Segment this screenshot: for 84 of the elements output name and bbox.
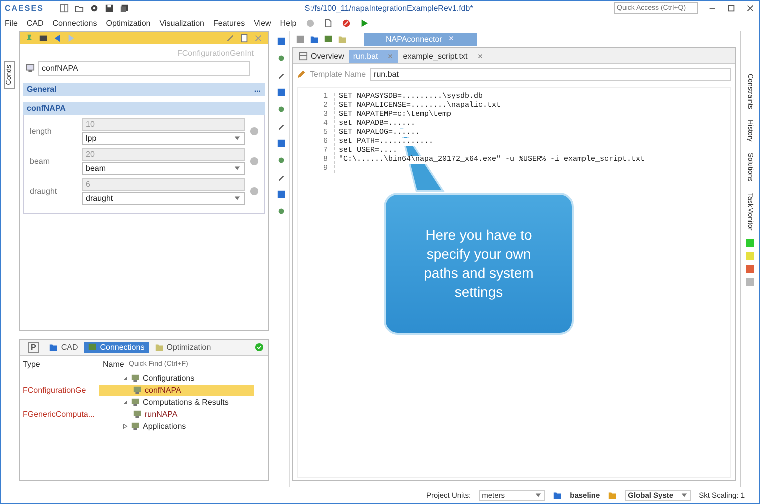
document-icon[interactable]	[324, 18, 333, 28]
tree-item[interactable]: Applications	[143, 422, 186, 430]
type-cell: FGenericComputa...	[23, 410, 96, 418]
monitor-icon	[133, 410, 142, 418]
column-header: Type	[22, 360, 42, 368]
menu-item[interactable]: View	[254, 18, 272, 28]
monitor-icon	[131, 422, 140, 430]
menu-item[interactable]: CAD	[26, 18, 44, 28]
parameter-dropdown[interactable]: draught	[82, 192, 245, 205]
pencil-icon[interactable]	[276, 71, 286, 80]
monitor-icon	[88, 343, 98, 352]
browser-tab[interactable]: P	[24, 341, 44, 354]
copy-icon[interactable]	[240, 34, 249, 42]
parameter-label: draught	[29, 187, 58, 196]
maximize-icon[interactable]	[727, 4, 736, 12]
monitor-icon	[131, 374, 140, 382]
square-icon[interactable]	[276, 88, 286, 97]
grid-icon[interactable]	[60, 4, 69, 12]
expanded-arrow-icon[interactable]	[123, 400, 128, 404]
editor-tab[interactable]: Overview	[295, 50, 348, 63]
folder-icon[interactable]	[74, 4, 84, 12]
menu-item[interactable]: Visualization	[160, 18, 205, 28]
window-title: S:/fs/100_11/napaIntegrationExampleRev1.fdb*	[304, 4, 474, 12]
pencil-icon[interactable]	[276, 122, 286, 131]
save-icon[interactable]	[104, 4, 114, 12]
grid-icon	[299, 52, 308, 61]
tree-item[interactable]: Computations & Results	[143, 398, 229, 406]
menu-item[interactable]: Features	[214, 18, 246, 28]
menu-item[interactable]: Connections	[52, 18, 98, 28]
parameter-label: length	[29, 127, 53, 136]
tree-item[interactable]: confNAPA	[145, 386, 182, 394]
back-arrow-icon[interactable]	[53, 34, 62, 42]
pencil-icon	[297, 70, 306, 79]
section-header[interactable]: General ...	[23, 83, 265, 96]
value-field: 20	[82, 148, 245, 161]
check-icon	[255, 343, 264, 352]
collapsed-arrow-icon[interactable]	[123, 424, 128, 428]
callout-text: Here you have to specify your own paths and system settings	[423, 226, 535, 302]
type-label: FConfigurationGenInt	[176, 48, 255, 60]
run-icon[interactable]	[360, 18, 369, 28]
browser-tab[interactable]: Optimization	[150, 342, 216, 353]
monitor-icon	[133, 386, 142, 394]
caret-icon[interactable]	[681, 492, 688, 498]
save-all-icon[interactable]	[120, 4, 129, 12]
stop-icon[interactable]	[342, 18, 351, 28]
column-header: Name	[103, 360, 126, 368]
browser-tab[interactable]: CAD	[45, 342, 82, 353]
folder-icon	[154, 343, 164, 352]
section-header[interactable]: confNAPA	[23, 102, 265, 115]
monitor-icon	[131, 398, 140, 406]
close-icon[interactable]	[746, 4, 755, 12]
folder-icon[interactable]	[310, 34, 319, 44]
parameter-dropdown[interactable]: lpp	[82, 132, 245, 145]
tree-item[interactable]: runNAPA	[145, 410, 178, 418]
tree-item[interactable]: Configurations	[143, 374, 195, 382]
caret-icon[interactable]	[234, 135, 241, 142]
square-icon[interactable]	[276, 37, 286, 46]
name-field[interactable]: confNAPA	[38, 61, 250, 76]
caret-icon[interactable]	[234, 165, 241, 172]
folder-icon	[49, 343, 58, 352]
menu-item[interactable]: Optimization	[106, 18, 151, 28]
caret-icon[interactable]	[535, 492, 542, 498]
type-cell: FConfigurationGe	[23, 386, 86, 394]
value-field: 10	[82, 118, 245, 131]
parameter-dropdown[interactable]: beam	[82, 162, 245, 175]
template-name-label: Template Name	[310, 70, 366, 79]
square-icon[interactable]	[276, 139, 286, 148]
value-field: 6	[82, 178, 245, 191]
menu-item[interactable]: Help	[280, 18, 297, 28]
square-icon[interactable]	[276, 190, 286, 199]
parameter-label: beam	[29, 157, 52, 166]
expanded-arrow-icon[interactable]	[123, 376, 128, 380]
folder-icon	[608, 490, 618, 500]
pencil-icon[interactable]	[276, 173, 286, 182]
template-name-field[interactable]: run.bat	[370, 68, 731, 81]
close-icon[interactable]	[476, 53, 484, 60]
caret-icon[interactable]	[234, 195, 241, 202]
folder-icon	[553, 490, 562, 500]
browser-tab[interactable]: Connections	[84, 342, 149, 353]
monitor-icon	[26, 64, 35, 73]
menu-item[interactable]: File	[5, 18, 18, 28]
monitor-icon[interactable]	[324, 34, 333, 44]
app-logo: CAESES	[5, 4, 44, 12]
editor-tab[interactable]: example_script.txt	[399, 50, 488, 63]
